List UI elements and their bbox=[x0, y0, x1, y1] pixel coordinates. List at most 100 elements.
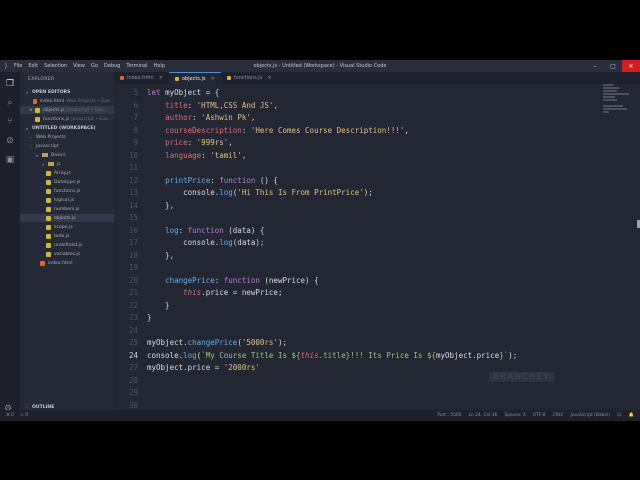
status-item[interactable]: JavaScript (Babel) bbox=[571, 413, 610, 418]
code-token: changePrice bbox=[187, 338, 238, 347]
minimize-button[interactable]: – bbox=[586, 60, 604, 72]
code-line[interactable]: } bbox=[147, 300, 170, 313]
activity-bar: ❐ ⌕ ⑂ ⊘ ▣ ⚙ bbox=[0, 72, 20, 414]
code-line[interactable]: }, bbox=[147, 200, 174, 213]
open-editor-item[interactable]: functions.js Javascript • Exe... bbox=[20, 115, 114, 123]
status-item[interactable]: 🔔 bbox=[629, 413, 634, 418]
minimap[interactable] bbox=[603, 84, 633, 124]
close-icon[interactable]: × bbox=[267, 75, 271, 81]
tab-label: functions.js bbox=[233, 75, 263, 81]
tree-item-javascript[interactable]: › Javascript bbox=[20, 142, 114, 150]
chevron-right-icon: › bbox=[30, 143, 32, 149]
debug-icon[interactable]: ⊘ bbox=[4, 135, 16, 147]
tree-item-numbers-js[interactable]: numbers.js bbox=[20, 205, 114, 213]
file-icon bbox=[46, 206, 51, 212]
tab-objects-js[interactable]: objects.js × bbox=[168, 72, 221, 84]
line-number: 9 bbox=[133, 138, 138, 147]
code-token: 'tamil' bbox=[210, 150, 242, 160]
code-token: myObject.price = bbox=[147, 363, 224, 372]
tree-item-datatype-js[interactable]: Datatype.js bbox=[20, 178, 114, 186]
explorer-icon[interactable]: ❐ bbox=[4, 78, 16, 90]
status-item[interactable]: Ln 24, Col 36 bbox=[468, 413, 497, 418]
menu-item-file[interactable]: File bbox=[14, 63, 22, 69]
tree-item-undefined-js[interactable]: undefined.js bbox=[20, 241, 114, 249]
code-line[interactable]: price: '999rs', bbox=[147, 137, 233, 150]
tree-item-web-projects[interactable]: › Web Projects bbox=[20, 133, 114, 141]
status-item[interactable]: CRLF bbox=[553, 413, 564, 418]
code-token: ); bbox=[508, 350, 518, 360]
code-line[interactable]: language: 'tamil', bbox=[147, 150, 246, 163]
code-line[interactable]: printPrice: function () { bbox=[147, 175, 278, 188]
close-icon[interactable]: × bbox=[159, 75, 163, 81]
tree-item-basics[interactable]: ▾ Basics bbox=[20, 151, 114, 159]
tree-item-js[interactable]: ▾ js bbox=[20, 160, 114, 168]
tree-item-array-js[interactable]: Array.js bbox=[20, 169, 114, 177]
code-token: ); bbox=[363, 188, 373, 197]
code-line[interactable]: console.log(`My Course Title Is ${this.t… bbox=[147, 350, 517, 363]
code-line[interactable]: author: 'Ashwin Pk', bbox=[147, 112, 255, 125]
code-line[interactable]: } bbox=[147, 312, 152, 325]
menu-item-go[interactable]: Go bbox=[91, 63, 98, 69]
code-line[interactable]: log: function (data) { bbox=[147, 225, 264, 238]
menu-item-edit[interactable]: Edit bbox=[28, 63, 38, 69]
code-line[interactable]: changePrice: function (newPrice) { bbox=[147, 275, 319, 288]
code-token: 'HTML,CSS And JS' bbox=[196, 100, 274, 110]
code-token: 'Hi This Is From PrintPrice' bbox=[237, 188, 364, 197]
code-token: log bbox=[219, 238, 233, 247]
code-line[interactable]: courseDescription: 'Here Comes Course De… bbox=[147, 125, 409, 138]
code-line[interactable]: }, bbox=[147, 250, 174, 263]
close-icon[interactable]: × bbox=[210, 76, 214, 82]
close-button[interactable]: ✕ bbox=[622, 60, 640, 72]
status-live-server-port[interactable]: Port : 5500 bbox=[437, 413, 461, 418]
tree-item-variables-js[interactable]: variables.js bbox=[20, 250, 114, 258]
code-line[interactable]: myObject.changePrice('5000rs'); bbox=[147, 337, 287, 350]
code-line[interactable]: console.log(data); bbox=[147, 237, 264, 250]
line-number: 10 bbox=[128, 150, 138, 160]
menu-bar: File Edit Selection View Go Debug Terminal Help bbox=[14, 63, 165, 69]
folder-icon bbox=[42, 153, 48, 157]
menu-item-selection[interactable]: Selection bbox=[44, 63, 67, 69]
file-icon bbox=[35, 116, 40, 122]
menu-item-view[interactable]: View bbox=[73, 63, 85, 69]
status-item[interactable]: ☺ bbox=[617, 413, 622, 418]
status-problems[interactable]: ⊗ 0 bbox=[6, 413, 14, 418]
tree-item-todo-js[interactable]: todo.js bbox=[20, 232, 114, 240]
open-editor-item[interactable]: × objects.js Javascript • Exe... bbox=[20, 106, 114, 114]
folder-icon bbox=[48, 162, 54, 166]
status-item[interactable]: Spaces: 4 bbox=[504, 413, 525, 418]
code-token: }, bbox=[147, 250, 175, 260]
status-problems[interactable]: ⚠ 0 bbox=[20, 413, 28, 418]
code-line[interactable]: let myObject = { bbox=[147, 87, 219, 100]
tab-functions-js[interactable]: functions.js × bbox=[220, 72, 278, 84]
open-editor-item[interactable]: index.html Web Projects • Exe... bbox=[20, 97, 114, 105]
tree-item-functions-js[interactable]: functions.js bbox=[20, 187, 114, 195]
tab-index-html[interactable]: index.html × bbox=[114, 72, 169, 84]
code-line[interactable]: this.price = newPrice; bbox=[147, 287, 282, 300]
tree-item-index-html[interactable]: index.html bbox=[20, 259, 114, 267]
workspace-section[interactable]: ▾ UNTITLED (WORKSPACE) bbox=[20, 124, 114, 132]
menu-item-help[interactable]: Help bbox=[154, 63, 165, 69]
tree-item-label: logical.js bbox=[54, 197, 75, 203]
line-number: 11 bbox=[128, 163, 138, 172]
menu-item-debug[interactable]: Debug bbox=[104, 63, 120, 69]
maximize-button[interactable]: □ bbox=[604, 60, 622, 72]
tree-item-logical-js[interactable]: logical.js bbox=[20, 196, 114, 204]
code-editor[interactable]: BRANCHEY 5 let myObject = {6 title: 'HTML… bbox=[114, 84, 640, 410]
open-editors-section[interactable]: ▾ OPEN EDITORS bbox=[20, 88, 114, 96]
code-token: function bbox=[187, 225, 224, 235]
extensions-icon[interactable]: ▣ bbox=[4, 154, 16, 166]
title-bar: ⟩ File Edit Selection View Go Debug Terminal He… bbox=[0, 60, 640, 72]
tree-item-objects-js[interactable]: objects.js bbox=[20, 214, 114, 222]
tree-item-scope-js[interactable]: scope.js bbox=[20, 223, 114, 231]
vertical-scrollbar[interactable] bbox=[636, 84, 640, 410]
file-icon bbox=[46, 242, 51, 248]
status-item[interactable]: UTF-8 bbox=[533, 413, 546, 418]
search-icon[interactable]: ⌕ bbox=[4, 97, 16, 109]
tree-item-label: Array.js bbox=[54, 170, 71, 176]
close-icon[interactable]: × bbox=[29, 108, 34, 113]
source-control-icon[interactable]: ⑂ bbox=[4, 116, 16, 128]
code-line[interactable]: console.log('Hi This Is From PrintPrice'… bbox=[147, 187, 373, 200]
code-line[interactable]: myObject.price = '2000rs' bbox=[147, 362, 260, 375]
code-line[interactable]: title: 'HTML,CSS And JS', bbox=[147, 100, 278, 113]
menu-item-terminal[interactable]: Terminal bbox=[126, 63, 147, 69]
